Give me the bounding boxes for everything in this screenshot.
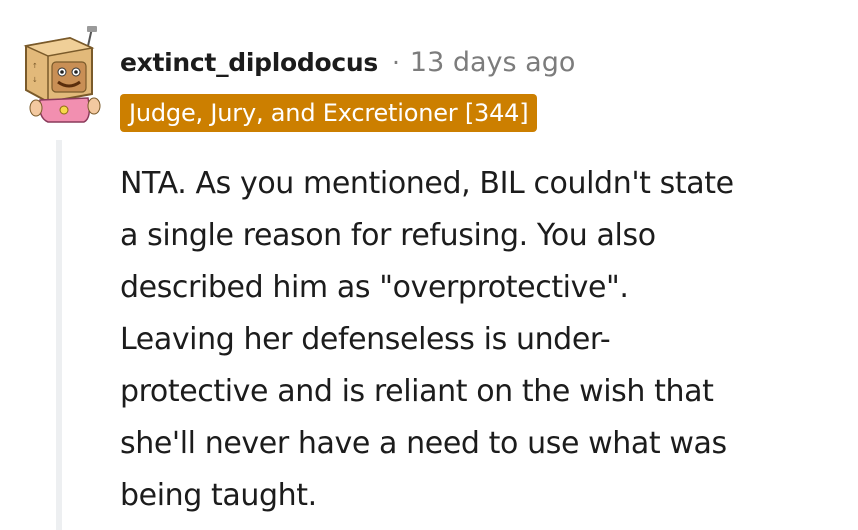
username-link[interactable]: extinct_diplodocus	[120, 48, 378, 77]
thread-line[interactable]	[56, 140, 62, 530]
svg-text:↓: ↓	[32, 76, 38, 84]
comment-header: extinct_diplodocus · 13 days ago	[120, 44, 575, 80]
separator-dot: ·	[391, 47, 400, 77]
svg-text:↑: ↑	[32, 62, 38, 70]
snoo-box-head-avatar-icon: ↑ ↓	[23, 26, 101, 123]
avatar[interactable]: ↑ ↓	[18, 24, 106, 124]
user-flair-badge: Judge, Jury, and Excretioner [344]	[120, 94, 538, 132]
comment: ↑ ↓ extinct_diplodocus · 13 days ago Jud…	[0, 0, 858, 530]
timestamp-link[interactable]: 13 days ago	[410, 47, 575, 78]
comment-body: NTA. As you mentioned, BIL couldn't stat…	[120, 166, 734, 513]
